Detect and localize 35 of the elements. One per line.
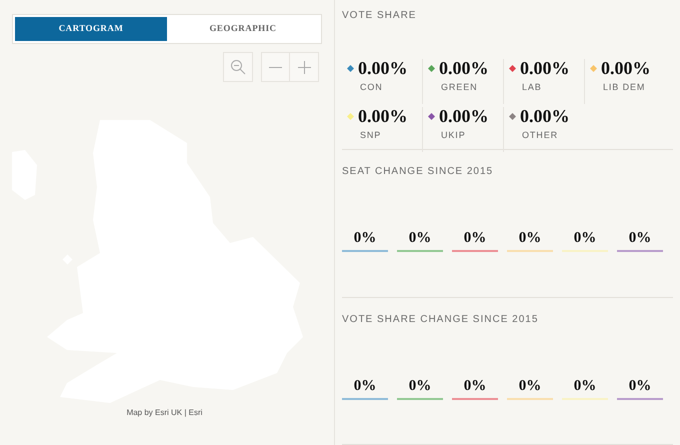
plus-icon — [298, 60, 310, 74]
map-view-tab[interactable]: CARTOGRAM — [15, 17, 167, 41]
section-title: VOTE SHARE CHANGE SINCE 2015 — [342, 312, 538, 326]
vote-share-value: 0.00% — [439, 59, 488, 77]
party-label: OTHER — [522, 129, 558, 142]
vote-share-value: 0.00% — [520, 59, 570, 77]
search-icon — [230, 59, 246, 75]
party-label: SNP — [360, 129, 382, 142]
change-value: 0% — [408, 231, 432, 246]
change-value: 0% — [464, 378, 486, 394]
vote-share-value: 0.00% — [520, 107, 570, 125]
change-value: 0% — [628, 231, 652, 246]
change-value: 0% — [518, 231, 542, 246]
change-value: 0% — [354, 231, 376, 246]
party-label: UKIP — [441, 129, 466, 142]
vote-share-value: 0.00% — [358, 107, 408, 125]
change-value: 0% — [354, 378, 376, 394]
minus-icon — [269, 66, 282, 68]
change-value: 0% — [464, 231, 486, 246]
party-label: GREEN — [441, 81, 478, 94]
map-attribution: Map by Esri UK | Esri — [126, 408, 202, 417]
vote-share-value: 0.00% — [439, 107, 488, 125]
section-title: SEAT CHANGE SINCE 2015 — [342, 165, 494, 179]
change-value: 0% — [574, 378, 596, 394]
party-label: LAB — [522, 81, 542, 94]
section-title: VOTE SHARE — [342, 9, 416, 23]
change-value: 0% — [408, 378, 432, 394]
change-value: 0% — [574, 231, 596, 246]
vote-share-value: 0.00% — [358, 59, 408, 77]
party-label: CON — [360, 81, 383, 94]
change-value: 0% — [628, 378, 652, 394]
vote-share-value: 0.00% — [601, 59, 650, 77]
zoom-extent-button[interactable] — [223, 52, 253, 82]
party-label: LIB DEM — [603, 81, 646, 94]
change-value: 0% — [518, 378, 542, 394]
